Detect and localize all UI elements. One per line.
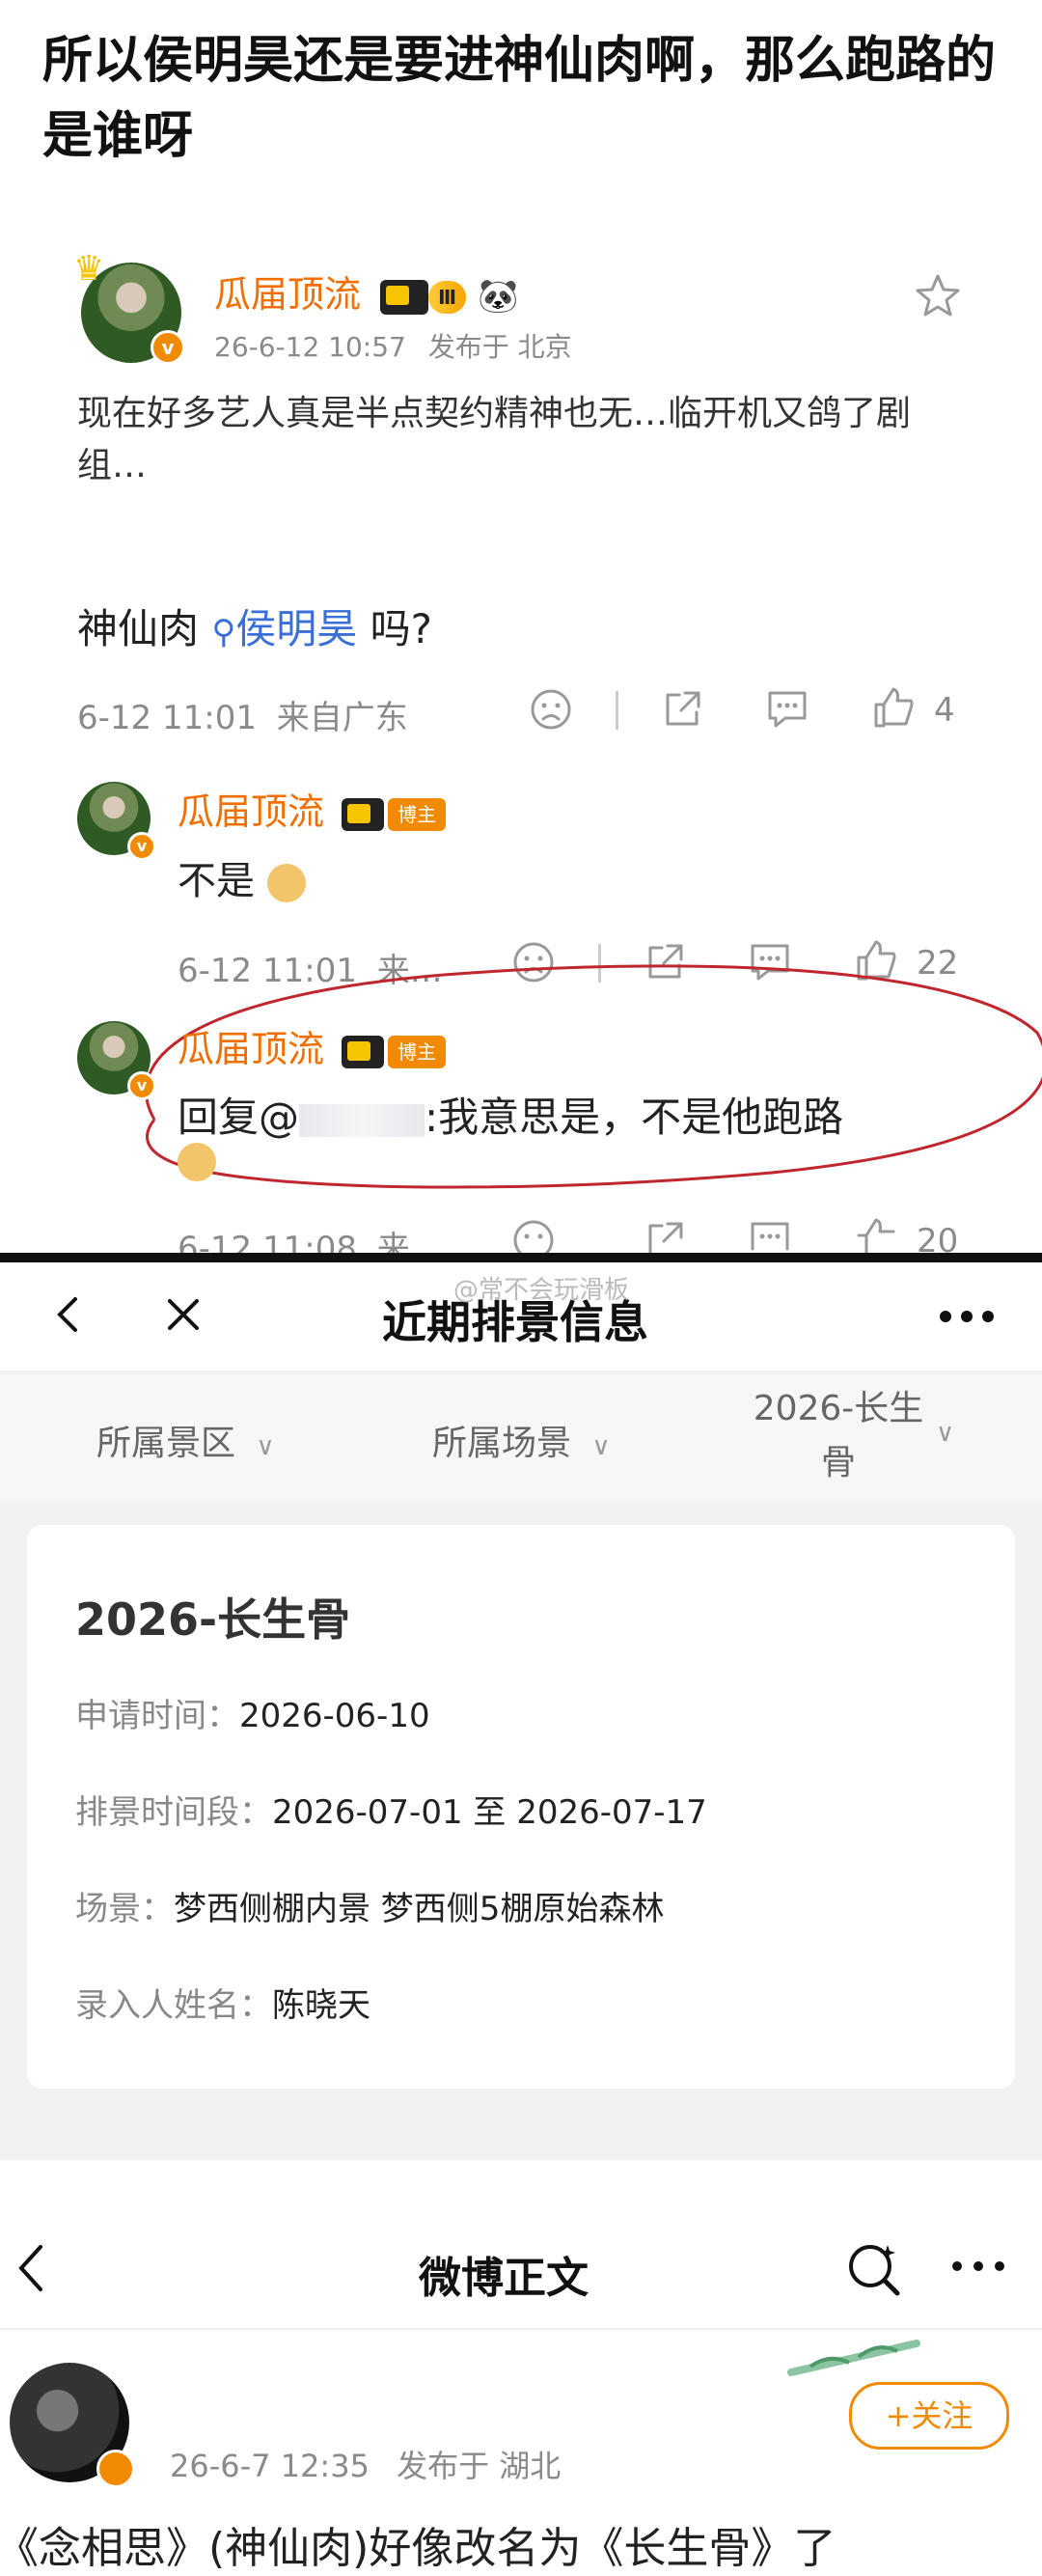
reply-text-suffix: :我意思是，不是他跑路 [425, 1094, 844, 1141]
more-icon[interactable] [938, 1309, 996, 1328]
comment-prefix: 神仙肉 [77, 605, 200, 652]
scene-value: 梦西侧棚内景 梦西侧5棚原始森林 [174, 1890, 665, 1928]
close-icon[interactable] [164, 1295, 203, 1338]
back-icon[interactable] [14, 2241, 46, 2299]
author-badge: 博主 [388, 797, 447, 831]
blurred-username [299, 1103, 425, 1137]
post-location: 发布于 湖北 [397, 2448, 562, 2484]
comment-from: 来自广东 [276, 699, 408, 737]
search-icon[interactable] [845, 2239, 903, 2301]
reply-avatar[interactable]: v [77, 1021, 156, 1100]
scene-label: 场景： [75, 1890, 174, 1928]
card-title: 2026-长生骨 [75, 1593, 351, 1646]
filter-scene[interactable]: 所属场景 ∨ [432, 1415, 611, 1465]
reply-text-prefix: 回复@ [178, 1094, 300, 1141]
search-tag-icon: ⚲ [211, 613, 236, 651]
verified-badge: v [151, 330, 185, 365]
reply-username[interactable]: 瓜届顶流 [178, 790, 324, 833]
reply-avatar[interactable]: v [77, 782, 156, 861]
avatar[interactable]: v ♛ [73, 249, 185, 365]
more-icon[interactable] [949, 2258, 1007, 2278]
post-timestamp: 26-6-12 10:57 [214, 331, 406, 363]
crown-icon: ♛ [73, 249, 105, 289]
chevron-down-icon: ∨ [936, 1419, 955, 1448]
post-title: 所以侯明昊还是要进神仙肉啊，那么跑路的是谁呀 [42, 32, 997, 165]
back-icon[interactable] [50, 1293, 83, 1340]
apply-time-value: 2026-06-10 [239, 1697, 430, 1735]
reply-text: 不是 [178, 859, 255, 903]
dislike-icon[interactable] [529, 687, 573, 735]
post-location: 发布于 北京 [427, 331, 572, 363]
watermark: @常不会玩滑板 [453, 1276, 630, 1305]
chevron-down-icon: ∨ [256, 1432, 275, 1461]
filter-project[interactable]: 2026-长生骨 [737, 1382, 940, 1490]
verified-badge: v [127, 832, 156, 861]
post-text: 现在好多艺人真是半点契约精神也无…临开机又鸽了剧组… [77, 394, 912, 485]
reply-username[interactable]: 瓜届顶流 [178, 1028, 324, 1070]
page-title: 微博正文 [419, 2254, 589, 2303]
author-badge: 博主 [388, 1035, 447, 1068]
star-icon[interactable] [915, 272, 961, 322]
vip-crown-icon [342, 1035, 385, 1068]
topic-link[interactable]: 侯明昊 [235, 605, 357, 652]
username[interactable]: 瓜届顶流 [214, 273, 361, 316]
verified-badge: v [127, 1071, 156, 1100]
recorder-value: 陈晓天 [272, 1986, 370, 2025]
vip-crown-icon [380, 279, 429, 315]
doge-emoji-icon [178, 1143, 216, 1181]
chevron-down-icon: ∨ [591, 1432, 611, 1461]
schedule-card: 2026-长生骨 申请时间：2026-06-10 排景时间段：2026-07-0… [27, 1525, 1015, 2089]
comment-icon[interactable] [764, 687, 810, 735]
section-divider [0, 1253, 1042, 1262]
like-icon[interactable] [870, 685, 917, 735]
follow-button[interactable]: +关注 [849, 2382, 1009, 2450]
recorder-label: 录入人姓名： [75, 1986, 272, 2025]
avatar-badge [96, 2450, 135, 2488]
divider [616, 691, 618, 730]
filter-scenic-area[interactable]: 所属景区 ∨ [96, 1415, 275, 1465]
highlight-circle [144, 964, 1042, 1189]
level-badge: Ⅲ [428, 280, 467, 314]
doge-emoji-icon [266, 864, 306, 902]
schedule-period-label: 排景时间段： [75, 1793, 272, 1832]
post-text: 《念相思》(神仙肉)好像改名为《长生骨》了 [0, 2524, 836, 2573]
share-icon[interactable] [660, 687, 704, 735]
post-timestamp: 26-6-7 12:35 [170, 2448, 370, 2484]
apply-time-label: 申请时间： [75, 1697, 239, 1735]
panda-icon: 🐼 [478, 277, 519, 316]
vip-crown-icon [342, 797, 385, 831]
like-count: 4 [934, 691, 955, 730]
schedule-period-value: 2026-07-01 至 2026-07-17 [272, 1793, 707, 1832]
comment-time: 6-12 11:01 [77, 699, 257, 737]
comment-suffix: 吗? [370, 605, 432, 652]
